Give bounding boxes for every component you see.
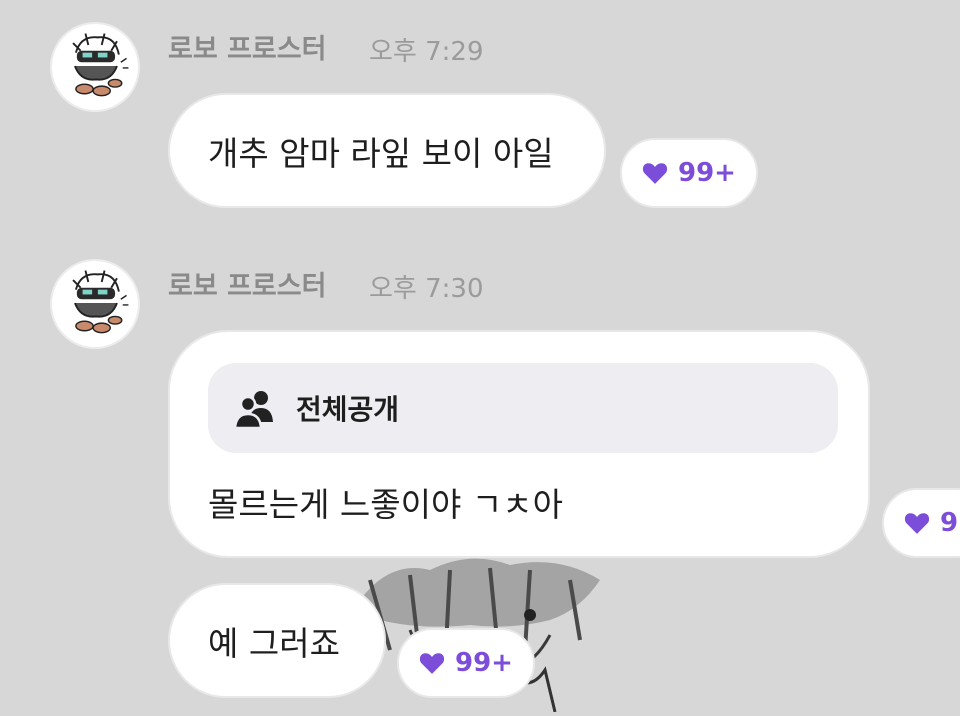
author-name[interactable]: 로보 프로스터 <box>168 264 326 303</box>
like-count: 99+ <box>455 648 513 678</box>
avatar-doodle-icon <box>72 270 129 334</box>
message-bubble[interactable]: 개추 암마 라잎 보이 아일 <box>168 93 606 208</box>
avatar-doodle-icon <box>72 33 129 97</box>
heart-icon <box>419 653 445 674</box>
message-time: 오후 7:29 <box>369 37 484 67</box>
heart-icon <box>642 163 668 184</box>
people-icon <box>234 391 273 428</box>
message-text: 예 그러죠 <box>208 623 340 663</box>
like-button[interactable]: 9 <box>882 488 960 558</box>
avatar[interactable] <box>50 22 140 112</box>
message-time: 오후 7:30 <box>369 274 484 304</box>
message-bubble[interactable]: 예 그러죠 <box>168 583 386 698</box>
avatar[interactable] <box>50 259 140 349</box>
like-button[interactable]: 99+ <box>397 628 535 698</box>
author-name[interactable]: 로보 프로스터 <box>168 27 326 66</box>
like-count: 99+ <box>678 158 736 188</box>
like-count: 9 <box>940 508 959 538</box>
like-button[interactable]: 99+ <box>620 138 758 208</box>
heart-icon <box>904 513 930 534</box>
visibility-label: 전체공개 <box>296 393 400 426</box>
message-text: 몰르는게 느좋이야 ㄱㅊ아 <box>208 485 563 524</box>
message-bubble[interactable]: 전체공개 몰르는게 느좋이야 ㄱㅊ아 <box>168 330 870 558</box>
message-text: 개추 암마 라잎 보이 아일 <box>208 133 554 173</box>
visibility-chip[interactable]: 전체공개 <box>208 363 838 453</box>
